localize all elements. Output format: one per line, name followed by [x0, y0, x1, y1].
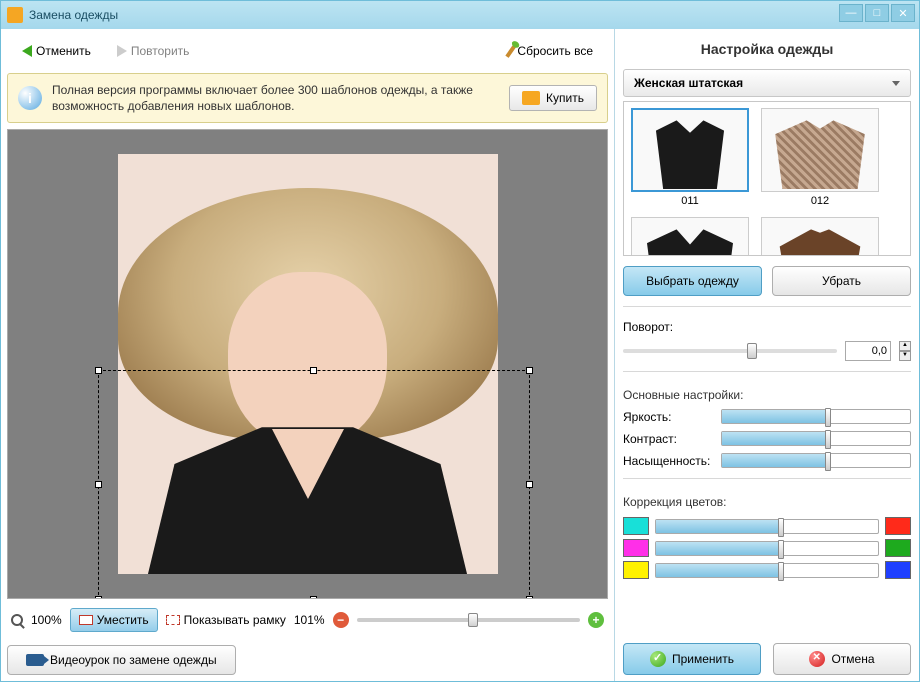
titlebar: Замена одежды — □ ✕	[1, 1, 919, 29]
contrast-label: Контраст:	[623, 432, 713, 446]
handle-bl[interactable]	[95, 596, 102, 599]
buy-label: Купить	[546, 91, 584, 105]
apply-button[interactable]: Применить	[623, 643, 761, 675]
zoom-slider[interactable]	[357, 618, 580, 622]
handle-mr[interactable]	[526, 481, 533, 488]
show-frame-checkbox[interactable]: Показывать рамку	[166, 613, 286, 627]
handle-br[interactable]	[526, 596, 533, 599]
video-tutorial-button[interactable]: Видеоурок по замене одежды	[7, 645, 236, 675]
clothing-thumbnail	[761, 108, 879, 192]
clothing-id-label: 011	[681, 195, 699, 207]
fit-button[interactable]: Уместить	[70, 608, 158, 632]
canvas[interactable]	[7, 129, 608, 599]
zoom-base: 100%	[31, 613, 62, 627]
cancel-button[interactable]: Отмена	[773, 643, 911, 675]
rotation-value[interactable]: 0,0	[845, 341, 891, 361]
cancel-icon	[809, 651, 825, 667]
reset-label: Сбросить все	[517, 44, 593, 58]
brightness-slider[interactable]	[721, 409, 911, 424]
color-swatch-right-1[interactable]	[885, 539, 911, 557]
frame-icon	[166, 615, 180, 625]
panel-title: Настройка одежды	[623, 35, 911, 65]
apply-label: Применить	[672, 652, 734, 666]
top-toolbar: Отменить Повторить Сбросить все	[7, 35, 608, 67]
clothing-thumbnail	[631, 108, 749, 192]
color-swatch-left-0[interactable]	[623, 517, 649, 535]
buy-button[interactable]: Купить	[509, 85, 597, 111]
color-swatch-left-1[interactable]	[623, 539, 649, 557]
banner-text: Полная версия программы включает более 3…	[52, 82, 499, 114]
color-slider-1[interactable]	[655, 541, 879, 556]
clothing-item-013[interactable]: 013	[630, 217, 750, 256]
handle-bc[interactable]	[310, 596, 317, 599]
info-icon: i	[18, 86, 42, 110]
camera-icon	[26, 654, 44, 666]
clothing-item-011[interactable]: 011	[630, 108, 750, 207]
rotation-slider[interactable]	[623, 349, 837, 353]
cart-icon	[522, 91, 540, 105]
redo-button[interactable]: Повторить	[108, 39, 199, 63]
redo-icon	[117, 45, 127, 57]
clothing-thumbnail	[761, 217, 879, 256]
handle-tl[interactable]	[95, 367, 102, 374]
video-label: Видеоурок по замене одежды	[50, 653, 217, 667]
app-icon	[7, 7, 23, 23]
magnifier-icon	[11, 614, 23, 626]
contrast-slider[interactable]	[721, 431, 911, 446]
clothing-item-012[interactable]: 012	[760, 108, 880, 207]
close-button[interactable]: ✕	[891, 4, 915, 22]
rotation-label: Поворот:	[623, 320, 713, 334]
category-dropdown[interactable]: Женская штатская	[623, 69, 911, 97]
main-settings-label: Основные настройки:	[623, 388, 911, 402]
remove-clothing-label: Убрать	[822, 274, 861, 288]
fit-label: Уместить	[97, 613, 149, 627]
clothing-id-label: 012	[811, 195, 829, 207]
selection-box[interactable]	[98, 370, 530, 599]
remove-clothing-button[interactable]: Убрать	[772, 266, 911, 296]
saturation-label: Насыщенность:	[623, 454, 713, 468]
chevron-down-icon	[892, 81, 900, 86]
handle-ml[interactable]	[95, 481, 102, 488]
upgrade-banner: i Полная версия программы включает более…	[7, 73, 608, 123]
color-slider-0[interactable]	[655, 519, 879, 534]
undo-label: Отменить	[36, 44, 91, 58]
redo-label: Повторить	[131, 44, 190, 58]
brightness-label: Яркость:	[623, 410, 713, 424]
clothing-thumbnail	[631, 217, 749, 256]
color-slider-2[interactable]	[655, 563, 879, 578]
select-clothing-button[interactable]: Выбрать одежду	[623, 266, 762, 296]
brush-icon	[506, 44, 517, 58]
rotation-stepper[interactable]: ▲▼	[899, 341, 911, 361]
color-swatch-left-2[interactable]	[623, 561, 649, 579]
handle-tr[interactable]	[526, 367, 533, 374]
clothing-grid[interactable]: 011 012 013 014	[623, 101, 911, 256]
color-correction-label: Коррекция цветов:	[623, 495, 911, 509]
select-clothing-label: Выбрать одежду	[646, 274, 739, 288]
zoom-out-button[interactable]: −	[333, 612, 349, 628]
undo-button[interactable]: Отменить	[13, 39, 100, 63]
fit-icon	[79, 615, 93, 625]
color-swatch-right-0[interactable]	[885, 517, 911, 535]
window-title: Замена одежды	[29, 8, 118, 22]
reset-all-button[interactable]: Сбросить все	[500, 39, 602, 63]
saturation-slider[interactable]	[721, 453, 911, 468]
maximize-button[interactable]: □	[865, 4, 889, 22]
undo-icon	[22, 45, 32, 57]
ok-icon	[650, 651, 666, 667]
zoom-toolbar: 100% Уместить Показывать рамку 101% − +	[7, 605, 608, 635]
category-label: Женская штатская	[634, 76, 743, 90]
handle-tc[interactable]	[310, 367, 317, 374]
minimize-button[interactable]: —	[839, 4, 863, 22]
cancel-label: Отмена	[831, 652, 874, 666]
zoom-in-button[interactable]: +	[588, 612, 604, 628]
show-frame-label: Показывать рамку	[184, 613, 286, 627]
clothing-item-014[interactable]: 014	[760, 217, 880, 256]
color-swatch-right-2[interactable]	[885, 561, 911, 579]
zoom-current: 101%	[294, 613, 325, 627]
